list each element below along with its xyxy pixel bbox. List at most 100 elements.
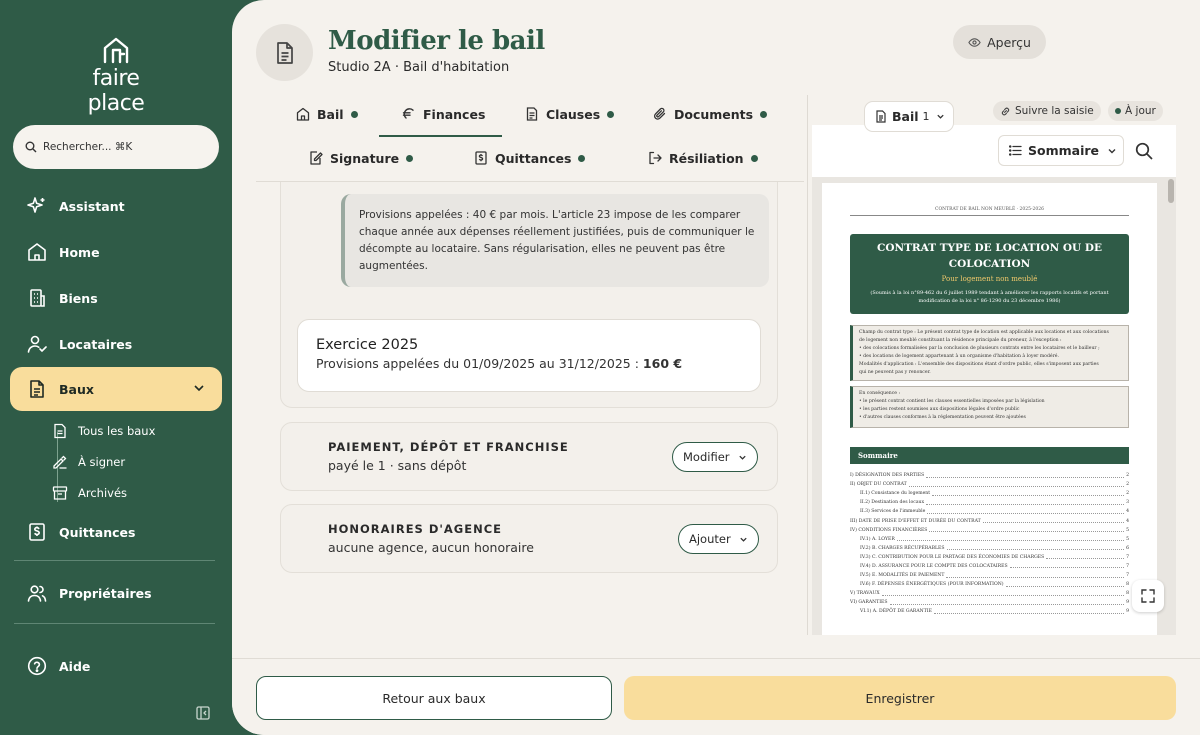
- page-subtitle: Studio 2A · Bail d'habitation: [328, 60, 510, 75]
- tab-label: Documents: [674, 106, 754, 122]
- button-label: Ajouter: [689, 532, 731, 546]
- collapse-sidebar-button[interactable]: [196, 705, 210, 724]
- sommaire-button[interactable]: Sommaire: [998, 135, 1124, 166]
- toc-page: 4: [1126, 518, 1129, 524]
- toc-page: 5: [1126, 527, 1129, 533]
- toc-label: III) DATE DE PRISE D'EFFET ET DURÉE DU C…: [850, 518, 981, 524]
- toc-row[interactable]: V) TRAVAUX 8: [850, 589, 1129, 598]
- chevron-down-icon: [740, 537, 747, 542]
- toc-page: 9: [1126, 600, 1129, 606]
- app-logo[interactable]: faire place: [62, 36, 170, 116]
- toc-row[interactable]: VI) GARANTIES 9: [850, 598, 1129, 607]
- tab-bail[interactable]: Bail: [296, 102, 358, 126]
- nav-proprietaires[interactable]: Propriétaires: [10, 571, 222, 615]
- nav-biens[interactable]: Biens: [10, 276, 222, 320]
- fullscreen-button[interactable]: [1132, 580, 1164, 612]
- toc-label: II.2) Destination des locaux: [860, 500, 925, 506]
- toc-row[interactable]: II.3) Services de l'immeuble 4: [850, 507, 1129, 516]
- status-dot: [350, 110, 358, 118]
- tab-quittances[interactable]: Quittances: [474, 146, 586, 170]
- sidebar-divider: [14, 623, 215, 624]
- subnav-label: Tous les baux: [78, 424, 156, 438]
- contract-banner: CONTRAT TYPE DE LOCATION OU DE COLOCATIO…: [850, 234, 1129, 314]
- toc-leader: [932, 492, 1125, 496]
- preview-search-button[interactable]: [1135, 142, 1153, 164]
- ajouter-button[interactable]: Ajouter: [678, 524, 759, 554]
- scope-line: • des locations de logement appartenant …: [859, 354, 1059, 359]
- exercice-amount: 160 €: [642, 356, 683, 371]
- document-select[interactable]: Bail 1: [864, 101, 954, 132]
- toc-label: II) OBJET DU CONTRAT: [850, 482, 907, 488]
- exercice-card: Exercice 2025 Provisions appelées du 01/…: [297, 319, 761, 392]
- toc-leader: [889, 601, 1125, 605]
- toc-row[interactable]: II) OBJET DU CONTRAT 2: [850, 480, 1129, 489]
- toc-row[interactable]: IV.1) A. LOYER 5: [850, 535, 1129, 544]
- subnav-tous-les-baux[interactable]: Tous les baux: [52, 418, 155, 444]
- exercice-desc-text: Provisions appelées du 01/09/2025 au 31/…: [316, 356, 643, 371]
- nav-label: Aide: [59, 658, 91, 674]
- nav-quittances[interactable]: Quittances: [10, 510, 222, 554]
- honoraires-section[interactable]: HONORAIRES D'AGENCE aucune agence, aucun…: [280, 504, 778, 573]
- toc-page: 9: [1126, 609, 1129, 615]
- toc-row[interactable]: IV) CONDITIONS FINANCIÈRES 5: [850, 526, 1129, 535]
- preview-scrollbar[interactable]: [1168, 179, 1174, 203]
- sommaire-label: Sommaire: [1028, 143, 1100, 158]
- search-icon: [25, 141, 37, 153]
- archive-icon: [52, 484, 70, 502]
- tab-clauses[interactable]: Clauses: [525, 102, 615, 126]
- modifier-button[interactable]: Modifier: [672, 442, 758, 472]
- action-footer: Retour aux baux Enregistrer: [232, 658, 1200, 735]
- status-dot: [578, 154, 586, 162]
- save-button[interactable]: Enregistrer: [624, 676, 1176, 720]
- toc-row[interactable]: III) DATE DE PRISE D'EFFET ET DURÉE DU C…: [850, 516, 1129, 525]
- tab-signature[interactable]: Signature: [309, 146, 414, 170]
- link-icon: [1001, 107, 1010, 115]
- toc-row[interactable]: IV.2) B. CHARGES RÉCUPÉRABLES 6: [850, 544, 1129, 553]
- toc-row[interactable]: II.1) Consistance du logement 2: [850, 489, 1129, 498]
- nav-label: Propriétaires: [59, 585, 152, 601]
- home-icon: [26, 241, 48, 263]
- subnav-archives[interactable]: Archivés: [52, 480, 127, 506]
- search-icon: [1135, 142, 1153, 160]
- status-dot: [760, 110, 768, 118]
- toc-row[interactable]: IV.3) C. CONTRIBUTION POUR LE PARTAGE DE…: [850, 553, 1129, 562]
- toc-row[interactable]: VI.1) A. DÉPÔT DE GARANTIE 9: [850, 607, 1129, 616]
- back-button[interactable]: Retour aux baux: [256, 676, 612, 720]
- tab-documents[interactable]: Documents: [653, 102, 768, 126]
- house-logo-icon: [103, 37, 129, 64]
- nav-baux[interactable]: Baux: [10, 367, 222, 411]
- expand-icon: [1141, 589, 1155, 603]
- list-icon: [1009, 145, 1022, 156]
- tab-resiliation[interactable]: Résiliation: [648, 146, 758, 170]
- nav-label: Assistant: [59, 198, 125, 214]
- toc-row[interactable]: I) DÉSIGNATION DES PARTIES 2: [850, 471, 1129, 480]
- scope-line: de logement non meublé constituant la ré…: [859, 338, 1062, 343]
- toc-row[interactable]: II.2) Destination des locaux 3: [850, 498, 1129, 507]
- section-desc: payé le 1 · sans dépôt: [328, 458, 467, 473]
- search-input[interactable]: Rechercher... ⌘K: [13, 125, 219, 169]
- toc-page: 8: [1126, 591, 1129, 597]
- apercu-button[interactable]: Aperçu: [953, 25, 1046, 59]
- nav-home[interactable]: Home: [10, 230, 222, 274]
- toc-page: 6: [1126, 545, 1129, 551]
- section-desc: aucune agence, aucun honoraire: [328, 540, 534, 555]
- sidebar-collapse-icon: [196, 706, 210, 720]
- tab-label: Clauses: [546, 106, 601, 122]
- follow-input-chip[interactable]: Suivre la saisie: [993, 101, 1101, 121]
- exercice-desc: Provisions appelées du 01/09/2025 au 31/…: [316, 356, 742, 371]
- nav-aide[interactable]: Aide: [10, 644, 222, 688]
- paiement-section[interactable]: PAIEMENT, DÉPÔT ET FRANCHISE payé le 1 ·…: [280, 422, 778, 491]
- toc-label: VI) GARANTIES: [850, 600, 888, 606]
- tab-label: Signature: [330, 150, 400, 166]
- nav-assistant[interactable]: Assistant: [10, 184, 222, 228]
- tab-finances[interactable]: Finances: [402, 102, 485, 126]
- subnav-a-signer[interactable]: À signer: [52, 449, 125, 475]
- consequence-box: En conséquence : • le présent contrat co…: [850, 386, 1129, 428]
- toc-row[interactable]: IV.4) D. ASSURANCE POUR LE COMPTE DES CO…: [850, 562, 1129, 571]
- nav-locataires[interactable]: Locataires: [10, 322, 222, 366]
- toc-label: IV.4) D. ASSURANCE POUR LE COMPTE DES CO…: [860, 563, 1008, 569]
- tab-label: Quittances: [495, 150, 572, 166]
- toc-row[interactable]: IV.5) E. MODALITÉS DE PAIEMENT 7: [850, 571, 1129, 580]
- toc-row[interactable]: IV.6) F. DÉPENSES ÉNERGÉTIQUES (POUR INF…: [850, 580, 1129, 589]
- section-title: PAIEMENT, DÉPÔT ET FRANCHISE: [328, 440, 569, 454]
